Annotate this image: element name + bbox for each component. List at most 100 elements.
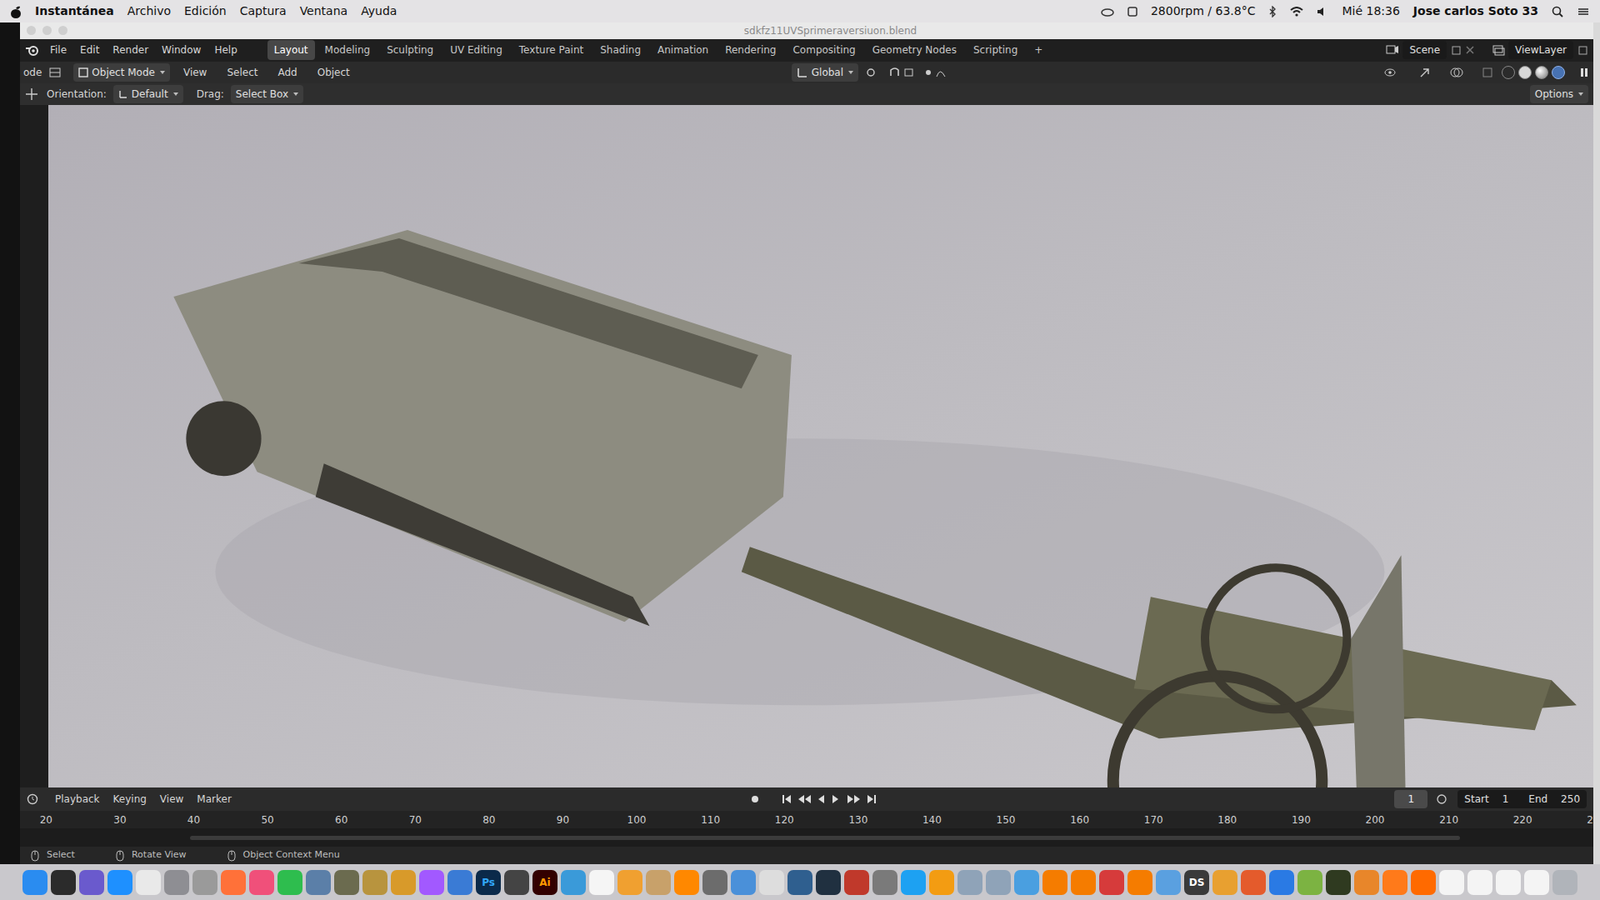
render-image[interactable] — [48, 105, 1594, 788]
dock-app-icon[interactable] — [1354, 870, 1380, 895]
layers-icon[interactable] — [1491, 44, 1505, 56]
dock-app-icon[interactable] — [362, 870, 388, 895]
dock-app-icon[interactable] — [220, 870, 246, 895]
dock-app-icon[interactable] — [1439, 870, 1465, 895]
timeline-menu[interactable]: Keying — [110, 791, 150, 807]
dock-app-icon[interactable] — [1552, 870, 1578, 895]
cloud-icon[interactable] — [1100, 6, 1115, 17]
dock-app-icon[interactable] — [1155, 870, 1181, 895]
record-icon[interactable] — [749, 793, 775, 805]
timeline-menu[interactable]: Playback — [51, 791, 104, 807]
header-menu[interactable]: Object — [310, 65, 357, 80]
options-dropdown[interactable]: Options — [1530, 85, 1589, 104]
blender-logo-icon[interactable] — [25, 43, 40, 57]
material-shading-button[interactable] — [1535, 65, 1549, 80]
dock-app-icon[interactable] — [730, 870, 756, 895]
editor-type-icon[interactable] — [48, 65, 67, 80]
dock-app-icon[interactable] — [334, 870, 360, 895]
start-frame-field[interactable]: 1 — [1502, 791, 1516, 807]
scene-selector[interactable]: Scene — [1385, 40, 1475, 60]
dock-app-icon[interactable] — [390, 870, 416, 895]
dock-app-icon[interactable] — [1410, 870, 1436, 895]
fan-status[interactable]: 2800rpm / 63.8°C — [1150, 2, 1255, 20]
workspace-tab[interactable]: Scripting — [966, 40, 1025, 60]
copy-icon[interactable] — [1576, 44, 1589, 56]
wifi-icon[interactable] — [1290, 6, 1304, 17]
dock-app-icon[interactable] — [674, 870, 700, 895]
workspace-tab[interactable]: Compositing — [785, 40, 862, 60]
dock-app-icon[interactable] — [277, 870, 303, 895]
window-controls[interactable] — [20, 25, 68, 35]
playback-controls-icon[interactable] — [780, 793, 881, 805]
move-tool-icon[interactable] — [25, 87, 40, 101]
dock-app-icon[interactable] — [447, 870, 473, 895]
menu-item[interactable]: File — [50, 42, 67, 58]
timeline-scrollbar[interactable] — [190, 835, 1460, 840]
dock-app-icon[interactable] — [702, 870, 728, 895]
clock[interactable]: Mié 18:36 — [1341, 2, 1400, 20]
dock-app-icon[interactable]: Ai — [532, 870, 558, 895]
app-menu[interactable]: Instantánea — [35, 2, 115, 20]
workspace-tab[interactable]: Layout — [267, 40, 315, 60]
dock-app-icon[interactable] — [815, 870, 841, 895]
timeline-track[interactable] — [20, 828, 1594, 847]
sidebar-toggle-icon[interactable] — [1578, 66, 1590, 79]
workspace-tab[interactable]: Sculpting — [380, 40, 440, 60]
dock-app-icon[interactable] — [957, 870, 983, 895]
control-center-icon[interactable] — [1576, 6, 1590, 17]
dock-app-icon[interactable] — [844, 870, 870, 895]
dock-app-icon[interactable]: DS — [1184, 870, 1210, 895]
close-icon[interactable] — [1465, 45, 1475, 55]
menu-item[interactable]: Help — [214, 42, 237, 58]
pivot-icon[interactable] — [865, 66, 882, 79]
dock-app-icon[interactable] — [1042, 870, 1068, 895]
menu-item[interactable]: Archivo — [127, 2, 171, 20]
apple-icon[interactable] — [10, 5, 22, 19]
wireframe-shading-button[interactable] — [1501, 65, 1515, 80]
dock-app-icon[interactable] — [50, 870, 76, 895]
dock-app-icon[interactable] — [135, 870, 161, 895]
workspace-tab[interactable]: Modeling — [318, 40, 378, 60]
dock-app-icon[interactable] — [1014, 870, 1040, 895]
proportional-icon[interactable] — [923, 66, 949, 79]
dock-app-icon[interactable] — [560, 870, 586, 895]
timeline-editor-icon[interactable] — [26, 793, 45, 805]
dock-app-icon[interactable] — [1382, 870, 1408, 895]
dock-app-icon[interactable] — [22, 870, 48, 895]
workspace-tab[interactable]: Animation — [650, 40, 715, 60]
user-name[interactable]: Jose carlos Soto 33 — [1413, 2, 1539, 20]
mode-dropdown[interactable]: Object Mode — [73, 63, 170, 82]
menu-item[interactable]: Ayuda — [360, 2, 397, 20]
preview-range-icon[interactable] — [1434, 793, 1451, 805]
dock-app-icon[interactable] — [900, 870, 926, 895]
dock-app-icon[interactable] — [1325, 870, 1351, 895]
dock-app-icon[interactable] — [617, 870, 643, 895]
fan-icon[interactable] — [1127, 6, 1138, 17]
visibility-icon[interactable] — [1383, 66, 1412, 79]
dock-app-icon[interactable] — [1127, 870, 1153, 895]
snap-icon[interactable] — [888, 66, 917, 79]
dock-app-icon[interactable] — [1495, 870, 1521, 895]
view-layer-field[interactable]: ViewLayer — [1508, 40, 1574, 60]
add-workspace-button[interactable]: + — [1027, 40, 1050, 60]
end-frame-field[interactable]: 250 — [1560, 791, 1580, 807]
workspace-tab[interactable]: Rendering — [718, 40, 783, 60]
workspace-tab[interactable]: Texture Paint — [512, 40, 590, 60]
bluetooth-icon[interactable] — [1268, 5, 1277, 18]
workspace-tab[interactable]: UV Editing — [443, 40, 510, 60]
dock-app-icon[interactable] — [985, 870, 1011, 895]
timeline-ruler[interactable]: 2030405060708090100110120130140150160170… — [20, 810, 1594, 829]
xray-icon[interactable] — [1481, 66, 1495, 79]
dock-app-icon[interactable]: Ps — [475, 870, 501, 895]
dock-app-icon[interactable] — [1240, 870, 1266, 895]
dock-app-icon[interactable] — [419, 870, 445, 895]
dock-app-icon[interactable] — [645, 870, 671, 895]
solid-shading-button[interactable] — [1518, 65, 1532, 80]
timeline-menu[interactable]: Marker — [193, 791, 235, 807]
dock-app-icon[interactable] — [589, 870, 615, 895]
dock-app-icon[interactable] — [1467, 870, 1493, 895]
dock-app-icon[interactable] — [759, 870, 785, 895]
header-menu[interactable]: View — [176, 65, 214, 80]
header-menu[interactable]: Select — [220, 65, 265, 80]
dock-app-icon[interactable] — [192, 870, 218, 895]
